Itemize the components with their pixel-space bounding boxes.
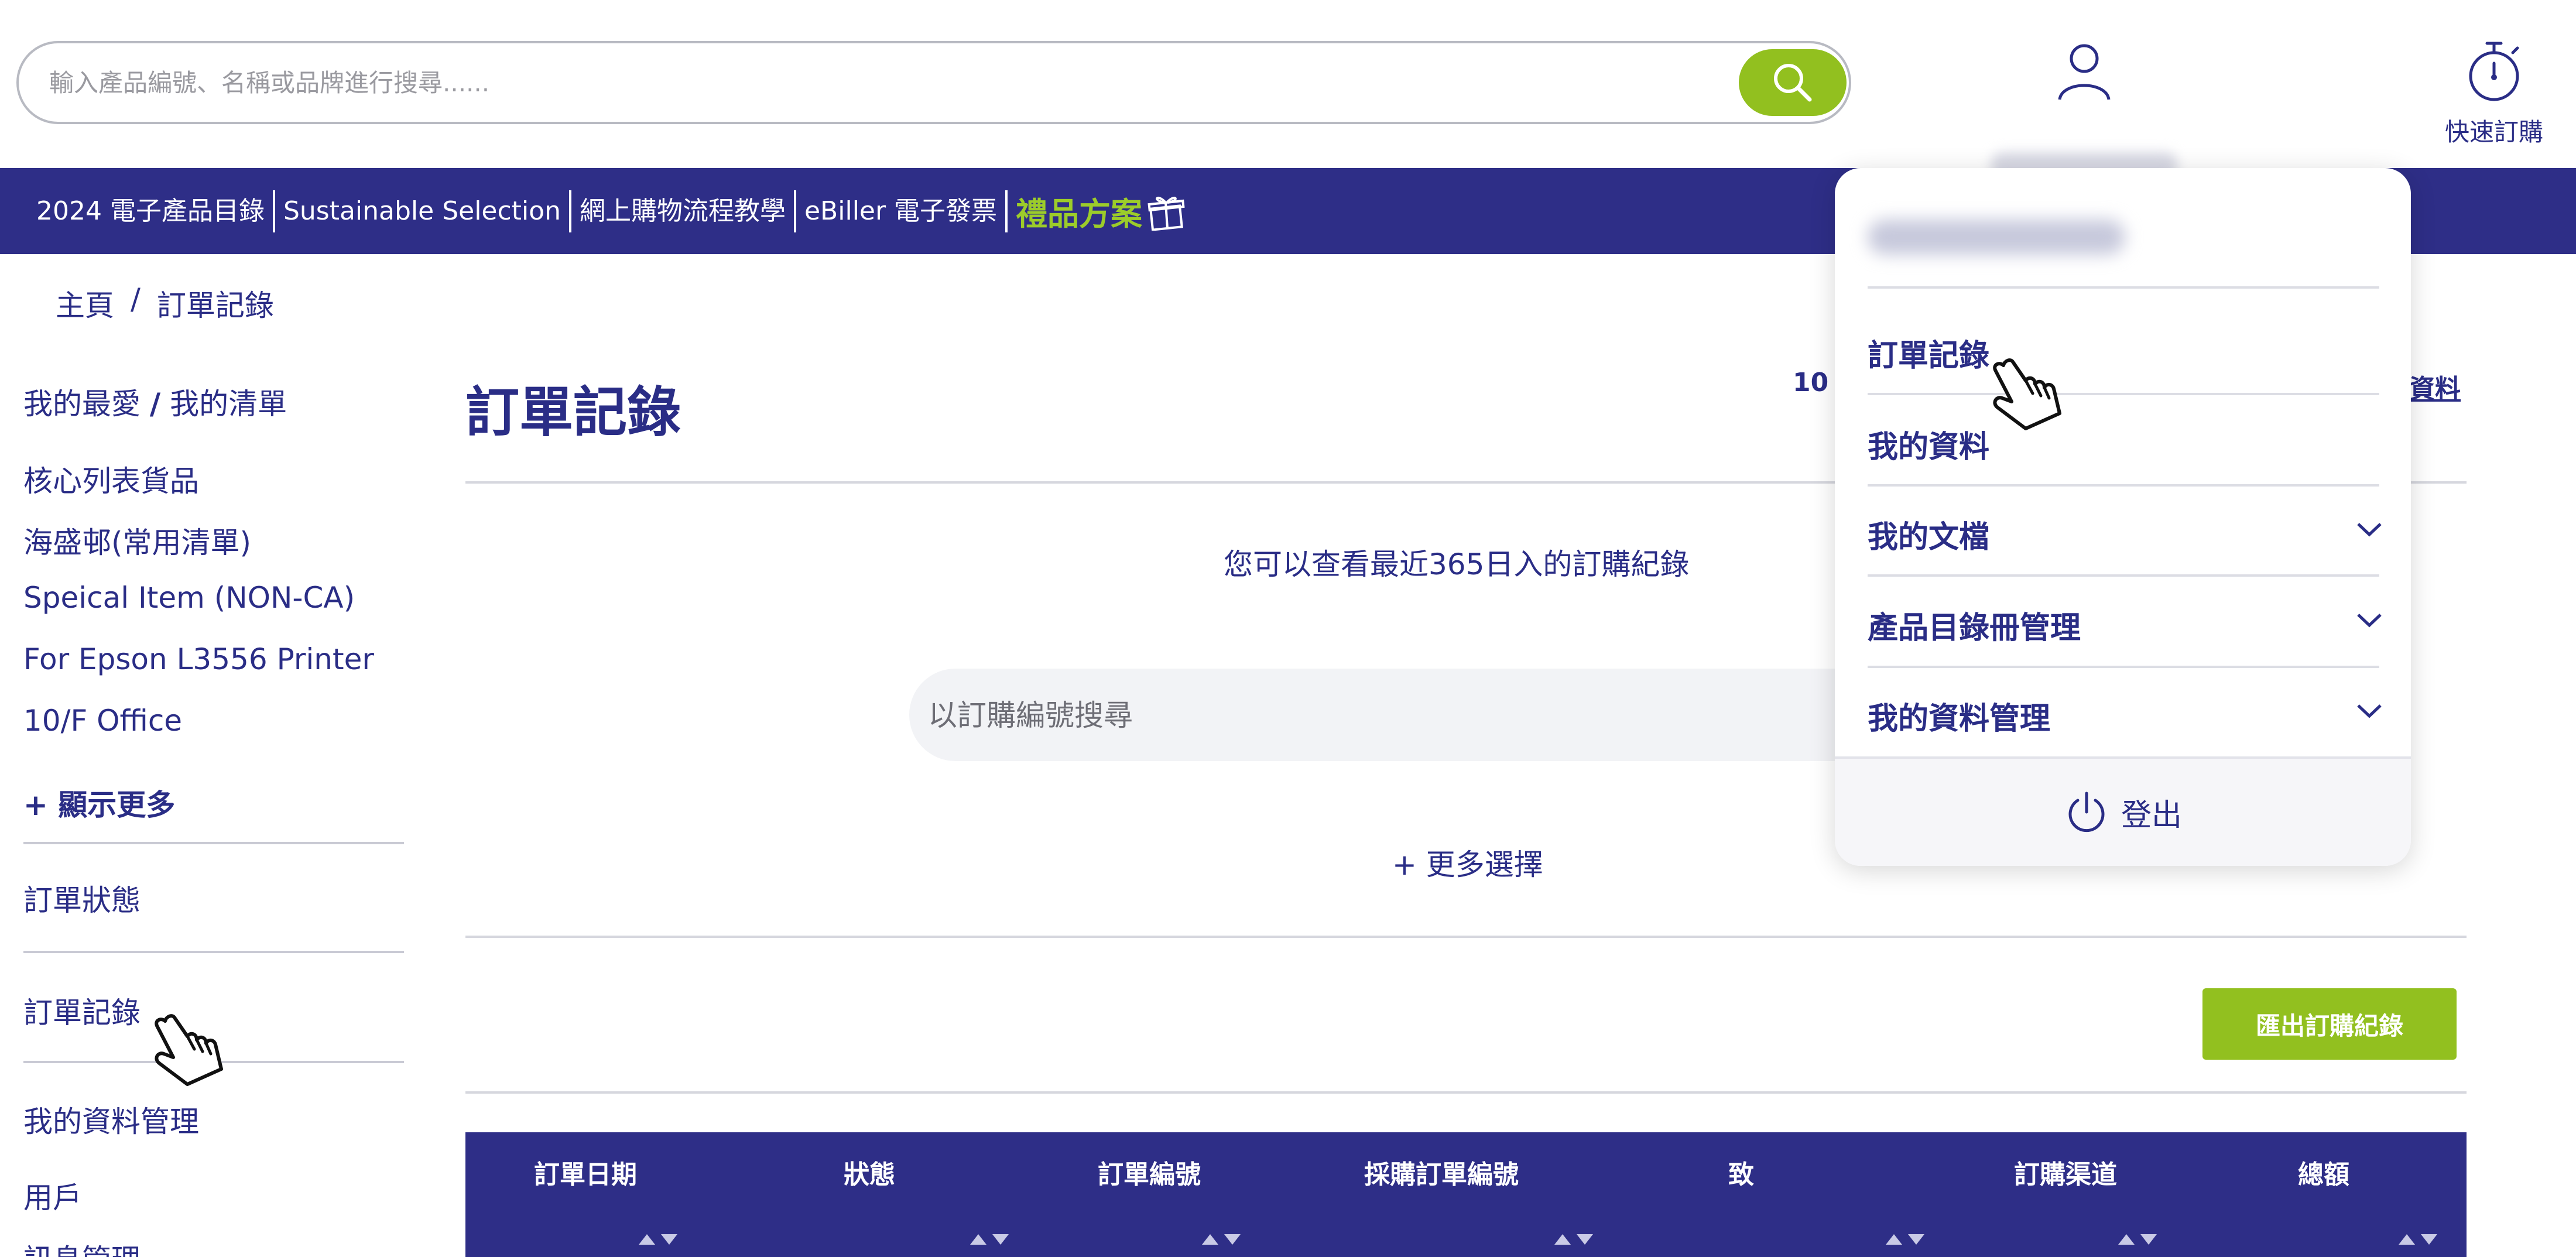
hand-cursor-icon xyxy=(155,1014,223,1086)
dropdown-item-account-management[interactable]: 我的資料管理 xyxy=(1868,694,2050,738)
column-header-order-number[interactable]: 訂單編號 xyxy=(1098,1153,1201,1191)
account-menu-trigger[interactable] xyxy=(1979,35,2190,178)
dropdown-divider xyxy=(1868,574,2379,577)
search-icon xyxy=(1774,64,1812,102)
nav-link-catalog-2024[interactable]: 2024 電子產品目錄 xyxy=(36,191,273,232)
order-number-search-bar xyxy=(909,669,1963,761)
main-divider xyxy=(465,1091,2467,1094)
product-search-input[interactable] xyxy=(49,60,1724,105)
dropdown-divider xyxy=(1868,286,2379,289)
dropdown-user-name-blurred xyxy=(1868,220,2125,255)
sidebar-item-lists[interactable]: 我的清單 xyxy=(170,387,287,421)
user-icon xyxy=(2058,44,2111,100)
sort-arrows-icon[interactable] xyxy=(639,1234,677,1245)
sort-arrows-icon[interactable] xyxy=(2399,1234,2437,1245)
dropdown-divider xyxy=(1868,666,2379,668)
sort-arrows-icon[interactable] xyxy=(1554,1234,1593,1245)
order-history-info-text: 您可以查看最近365日入的訂購紀錄 xyxy=(1224,547,1690,581)
chevron-down-icon[interactable] xyxy=(2356,611,2383,629)
sort-arrows-icon[interactable] xyxy=(970,1234,1009,1245)
dropdown-item-my-profile[interactable]: 我的資料 xyxy=(1868,422,1989,466)
nav-link-gift[interactable]: 禮品方案 xyxy=(1008,188,1186,234)
chevron-down-icon[interactable] xyxy=(2356,520,2383,538)
sidebar-favorites-separator: / xyxy=(149,387,161,421)
logout-button[interactable]: 登出 xyxy=(1835,756,2411,866)
sort-arrows-icon[interactable] xyxy=(1202,1234,1241,1245)
dropdown-divider xyxy=(1868,393,2379,395)
nav-link-tutorial[interactable]: 網上購物流程教學 xyxy=(571,191,794,232)
sidebar-item-users[interactable]: 用戶 xyxy=(23,1174,82,1217)
nav-link-sustainable[interactable]: Sustainable Selection xyxy=(275,191,569,232)
dropdown-item-catalog-management[interactable]: 產品目錄冊管理 xyxy=(1868,603,2081,647)
sidebar-list-hoi-shing[interactable]: 海盛邨(常用清單) xyxy=(23,519,251,561)
dropdown-item-my-documents[interactable]: 我的文檔 xyxy=(1868,512,1989,556)
sidebar-item-favorites[interactable]: 我的最愛 xyxy=(23,387,141,421)
column-header-total[interactable]: 總額 xyxy=(2298,1153,2349,1191)
orders-table-header: 訂單日期 狀態 訂單編號 採購訂單編號 致 訂購渠道 總額 xyxy=(465,1132,2467,1257)
dropdown-item-order-history[interactable]: 訂單記錄 xyxy=(1868,331,1989,375)
sidebar-list-special-item[interactable]: Speical Item (NON-CA) xyxy=(23,581,355,615)
nav-gift-label: 禮品方案 xyxy=(1016,196,1143,232)
sort-arrows-icon[interactable] xyxy=(2118,1234,2157,1245)
chevron-down-icon[interactable] xyxy=(2356,702,2383,720)
breadcrumb-current: 訂單記錄 xyxy=(156,289,274,323)
main-divider xyxy=(465,936,2467,938)
search-button[interactable] xyxy=(1739,49,1847,116)
sidebar-divider xyxy=(23,842,404,844)
quick-order-label: 快速訂購 xyxy=(2444,118,2543,146)
column-header-order-date[interactable]: 訂單日期 xyxy=(534,1153,637,1191)
column-header-to[interactable]: 致 xyxy=(1728,1153,1754,1191)
page-title: 訂單記錄 xyxy=(465,381,681,444)
gift-icon xyxy=(1147,196,1185,231)
column-header-status[interactable]: 狀態 xyxy=(844,1153,895,1191)
sidebar-list-10f-office[interactable]: 10/F Office xyxy=(23,704,182,738)
column-header-po-number[interactable]: 採購訂單編號 xyxy=(1364,1153,1519,1191)
quick-order-button[interactable]: 快速訂購 xyxy=(2424,40,2564,163)
account-dropdown-menu: 訂單記錄 我的資料 我的文檔 產品目錄冊管理 我的資料管理 登出 xyxy=(1835,168,2411,866)
sidebar-item-partial[interactable]: 訊息管理 xyxy=(23,1237,141,1257)
hand-cursor-icon xyxy=(1993,358,2061,430)
sidebar-favorites-row: 我的最愛 / 我的清單 xyxy=(23,381,287,423)
order-number-search-input[interactable] xyxy=(928,692,1923,739)
sidebar-item-order-status[interactable]: 訂單狀態 xyxy=(23,877,141,919)
results-per-page-info: 10 xyxy=(1793,368,1829,398)
sidebar-divider xyxy=(23,951,404,953)
breadcrumb-home[interactable]: 主頁 xyxy=(56,282,114,324)
sidebar-item-order-history[interactable]: 訂單記錄 xyxy=(23,989,141,1032)
stopwatch-icon xyxy=(2469,42,2519,101)
breadcrumb: 主頁 / 訂單記錄 xyxy=(56,282,274,324)
nav-link-ebiller[interactable]: eBiller 電子發票 xyxy=(796,191,1005,232)
sidebar-item-account-management[interactable]: 我的資料管理 xyxy=(23,1098,199,1140)
logout-label: 登出 xyxy=(2121,798,2182,833)
power-icon xyxy=(2068,792,2105,832)
sidebar-list-epson-printer[interactable]: For Epson L3556 Printer xyxy=(23,642,374,676)
export-orders-button[interactable]: 匯出訂購紀錄 xyxy=(2202,988,2457,1060)
more-options-toggle[interactable]: + 更多選擇 xyxy=(1392,841,1543,883)
sort-arrows-icon[interactable] xyxy=(1886,1234,1924,1245)
sidebar-list-core-items[interactable]: 核心列表貨品 xyxy=(23,458,199,500)
breadcrumb-separator: / xyxy=(131,282,141,316)
dropdown-divider xyxy=(1868,484,2379,487)
sidebar-show-more[interactable]: + 顯示更多 xyxy=(23,782,175,824)
column-header-channel[interactable]: 訂購渠道 xyxy=(2014,1153,2117,1191)
top-right-link[interactable]: 資料 xyxy=(2409,368,2461,405)
product-search-bar xyxy=(16,41,1851,124)
